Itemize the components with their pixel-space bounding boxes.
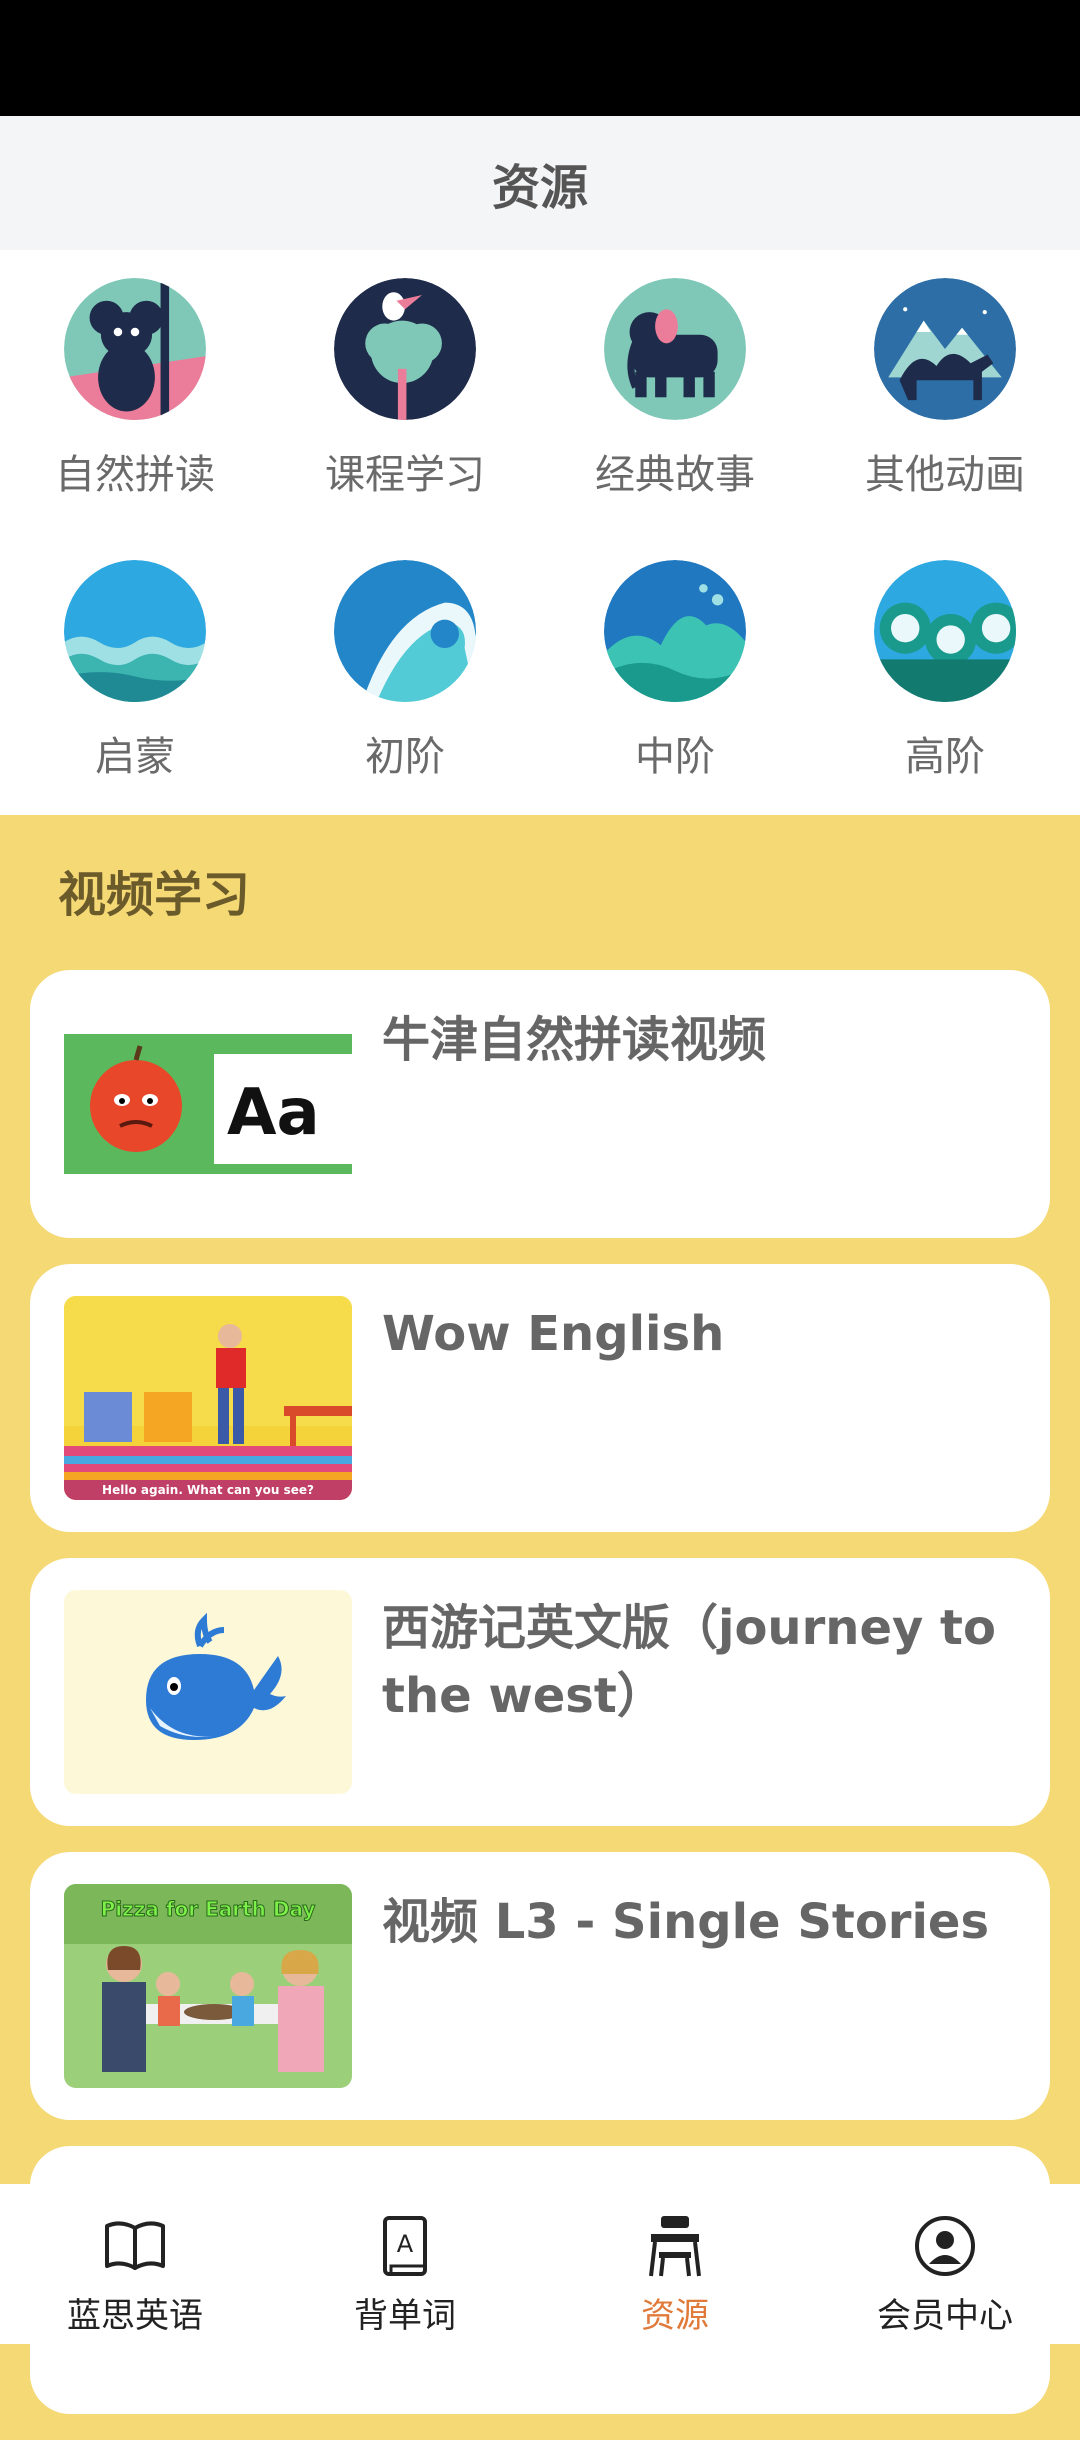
user-circle-icon — [911, 2212, 979, 2280]
category-label: 初阶 — [365, 734, 445, 780]
bottom-tab-bar: 蓝思英语 A 背单词 资源 会员中心 — [0, 2184, 1080, 2344]
category-label: 启蒙 — [95, 734, 175, 780]
swirl-wave-icon — [874, 560, 1016, 702]
desk-icon — [641, 2212, 709, 2280]
tab-label: 会员中心 — [877, 2296, 1013, 2336]
category-advanced[interactable]: 高阶 — [810, 560, 1080, 842]
category-course[interactable]: 课程学习 — [270, 278, 540, 560]
section-title: 视频学习 — [58, 867, 251, 923]
whale-thumbnail — [64, 1590, 352, 1794]
thumb-caption: Hello again. What can you see? — [102, 1483, 314, 1497]
svg-text:A: A — [397, 2230, 414, 2258]
word-book-icon: A — [371, 2212, 439, 2280]
category-label: 中阶 — [635, 734, 715, 780]
category-phonics[interactable]: 自然拼读 — [0, 278, 270, 560]
page-header: 资源 — [0, 116, 1080, 250]
category-stories[interactable]: 经典故事 — [540, 278, 810, 560]
splash-wave-icon — [604, 560, 746, 702]
video-card[interactable]: Pizza for Earth Day 视频 L3 - Single Stori… — [30, 1852, 1050, 2120]
category-animation[interactable]: 其他动画 — [810, 278, 1080, 560]
category-elementary[interactable]: 初阶 — [270, 560, 540, 842]
video-title: 牛津自然拼读视频 — [382, 1012, 767, 1068]
curl-wave-icon — [334, 560, 476, 702]
toucan-tree-icon — [334, 278, 476, 420]
tab-label: 背单词 — [354, 2296, 456, 2336]
video-card[interactable]: 西游记英文版（journey to the west） — [30, 1558, 1050, 1826]
video-title: Wow English — [382, 1306, 725, 1362]
video-title: 视频 L3 - Single Stories — [382, 1894, 990, 1950]
koala-icon — [64, 278, 206, 420]
category-label: 高阶 — [905, 734, 985, 780]
tab-label: 蓝思英语 — [67, 2296, 203, 2336]
thumb-text: Aa — [227, 1076, 320, 1150]
category-beginner[interactable]: 启蒙 — [0, 560, 270, 842]
category-intermediate[interactable]: 中阶 — [540, 560, 810, 842]
tab-lexile-english[interactable]: 蓝思英语 — [0, 2184, 270, 2344]
camel-icon — [874, 278, 1016, 420]
status-bar — [0, 0, 1080, 116]
teacher-classroom-thumbnail: Hello again. What can you see? — [64, 1296, 352, 1500]
elephant-icon — [604, 278, 746, 420]
category-label: 自然拼读 — [55, 452, 215, 498]
category-label: 课程学习 — [325, 452, 485, 498]
tab-vocabulary[interactable]: A 背单词 — [270, 2184, 540, 2344]
apple-aa-thumbnail: Aa — [64, 1002, 352, 1206]
book-icon — [101, 2212, 169, 2280]
category-label: 经典故事 — [595, 452, 755, 498]
thumb-caption: Pizza for Earth Day — [101, 1897, 316, 1921]
category-panel: 自然拼读 课程学习 经典故事 其他动画 启蒙 初阶 中阶 高阶 — [0, 250, 1080, 815]
video-card[interactable]: Aa 牛津自然拼读视频 — [30, 970, 1050, 1238]
calm-wave-icon — [64, 560, 206, 702]
video-card[interactable]: Hello again. What can you see? Wow Engli… — [30, 1264, 1050, 1532]
video-title: 西游记英文版（journey to the west） — [382, 1600, 996, 1724]
page-title: 资源 — [491, 160, 588, 216]
category-label: 其他动画 — [865, 452, 1025, 498]
tab-resources[interactable]: 资源 — [540, 2184, 810, 2344]
tab-member-center[interactable]: 会员中心 — [810, 2184, 1080, 2344]
tab-label: 资源 — [641, 2296, 709, 2336]
family-picnic-thumbnail: Pizza for Earth Day — [64, 1884, 352, 2088]
